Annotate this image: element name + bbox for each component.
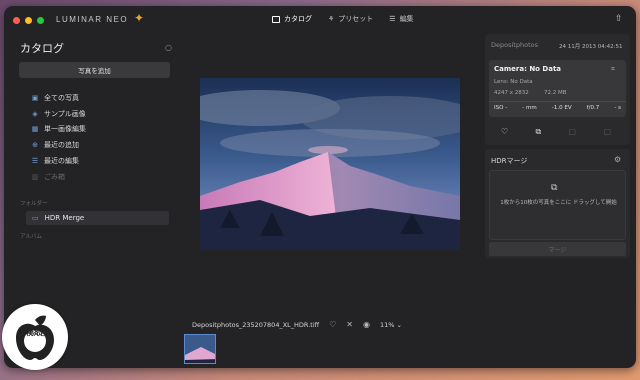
hdr-dropzone[interactable]: ⧉ 1枚から10枚の写真をここに ドラッグして開始 [489, 170, 626, 240]
trash-icon: ▥ [31, 172, 39, 181]
aperture-value: f/0.7 [586, 105, 600, 111]
hdr-panel-title: HDRマージ [491, 157, 528, 165]
exif-specs: ISO - - mm -1.0 EV f/0.7 - s [494, 105, 621, 111]
app-brand: LUMINAR NEO [56, 15, 129, 24]
tab-presets-label: プリセット [338, 15, 374, 23]
grid-icon: ▦ [31, 125, 39, 134]
sidebar-item-label: 最近の追加 [44, 141, 79, 150]
hdr-merge-panel: HDRマージ ⚙ ⧉ 1枚から10枚の写真をここに ドラッグして開始 マージ [485, 149, 630, 258]
divider [489, 101, 626, 102]
sidebar-item-single-edit[interactable]: ▦ 単一画像編集 [30, 122, 86, 138]
tab-catalog[interactable]: カタログ [272, 14, 312, 24]
sidebar-item-label: 全ての写真 [44, 93, 79, 102]
info-actions: ♡ ⧉ ▢ ▢ [501, 127, 611, 137]
add-photos-button[interactable]: 写真を追加 [19, 62, 170, 78]
eye-icon[interactable]: ◉ [363, 320, 370, 329]
sidebar-item-sample-images[interactable]: ◈ サンプル画像 [30, 106, 86, 122]
sidebar-item-recent-added[interactable]: ⊕ 最近の追加 [30, 137, 86, 153]
folder-hdr-merge[interactable]: ▭ HDR Merge [26, 211, 169, 225]
paste-icon[interactable]: ▢ [603, 127, 611, 137]
dropzone-text: 1枚から10枚の写真をここに ドラッグして開始 [500, 200, 617, 206]
gear-icon[interactable]: ⚙ [614, 155, 621, 164]
lens-label: Lens: No Data [494, 79, 533, 85]
folder-label: HDR Merge [44, 214, 85, 222]
folder-icon: ▭ [32, 214, 39, 222]
exif-box: Camera: No Data ⌗ Lens: No Data 4247 x 2… [489, 60, 626, 117]
info-date: 24 11月 2013 04:42:51 [559, 44, 623, 50]
camera-label: Camera: No Data [494, 65, 562, 73]
sidebar-item-all-photos[interactable]: ▣ 全ての写真 [30, 90, 86, 106]
albums-section-label: アルバム [20, 234, 42, 240]
share-icon[interactable]: ⇧ [615, 14, 623, 24]
favorite-icon[interactable]: ♡ [501, 127, 508, 137]
plus-circle-icon: ⊕ [32, 141, 38, 150]
zoom-level[interactable]: 11% ⌄ [380, 321, 402, 329]
app-window: LUMINAR NEO ✦ カタログ ⚘ プリセット ☰ 編集 ⇧ カタログ ○… [4, 6, 636, 368]
sidebar-item-recent-edited[interactable]: ☰ 最近の編集 [30, 153, 86, 169]
wand-icon: ⚘ [328, 15, 335, 23]
search-icon[interactable]: ○ [165, 43, 172, 52]
tab-presets[interactable]: ⚘ プリセット [328, 14, 373, 24]
dimensions-label: 4247 x 2832 [494, 90, 529, 96]
photos-icon: ▣ [31, 93, 39, 102]
folders-section-label: フォルダー [20, 201, 48, 207]
sidebar-item-trash[interactable]: ▥ ごみ箱 [30, 169, 86, 185]
filmstrip-thumbnail[interactable] [184, 334, 216, 364]
focal-value: - mm [522, 105, 537, 111]
sparkle-icon: ✦ [134, 11, 145, 25]
reject-icon[interactable]: ✕ [346, 320, 353, 329]
minimize-button[interactable] [25, 17, 32, 24]
iso-value: ISO - [494, 105, 508, 111]
shutter-value: - s [614, 105, 621, 111]
main-photo[interactable] [200, 78, 460, 250]
verified-badge: 検済定 [2, 304, 68, 370]
cap-icon: ◈ [32, 109, 38, 118]
file-bar: Depositphotos_235207804_XL_HDR.tiff ♡ ✕ … [192, 320, 402, 329]
zoom-button[interactable] [37, 17, 44, 24]
ev-value: -1.0 EV [551, 105, 572, 111]
sidebar-item-label: サンプル画像 [44, 109, 86, 118]
folder-icon [272, 15, 280, 23]
window-controls [13, 17, 44, 24]
badge-text: 検済定 [26, 329, 45, 337]
filename: Depositphotos_235207804_XL_HDR.tiff [192, 320, 320, 329]
images-icon: ⧉ [551, 183, 558, 193]
mountain-photo [200, 78, 460, 250]
top-navigation: カタログ ⚘ プリセット ☰ 編集 [272, 14, 414, 24]
sliders-icon: ☰ [31, 157, 39, 166]
zoom-value: 11% [379, 320, 395, 329]
merge-button[interactable]: マージ [489, 242, 626, 256]
tab-edit-label: 編集 [399, 15, 414, 23]
close-button[interactable] [13, 17, 20, 24]
tab-edit[interactable]: ☰ 編集 [389, 14, 413, 24]
info-header: Depositphotos [491, 41, 538, 49]
export-icon[interactable]: ⧉ [536, 127, 542, 137]
copy-icon[interactable]: ▢ [569, 127, 577, 137]
heart-icon[interactable]: ♡ [329, 320, 336, 329]
sidebar-item-label: 単一画像編集 [44, 125, 86, 134]
titlebar: LUMINAR NEO ✦ カタログ ⚘ プリセット ☰ 編集 ⇧ [4, 6, 636, 34]
edit-icon[interactable]: ⌗ [611, 65, 615, 74]
tab-catalog-label: カタログ [284, 15, 312, 23]
sidebar-title: カタログ [20, 42, 64, 55]
sliders-icon: ☰ [389, 15, 396, 23]
sidebar-item-label: 最近の編集 [44, 157, 79, 166]
info-panel: Depositphotos 24 11月 2013 04:42:51 Camer… [485, 34, 630, 145]
sidebar-item-label: ごみ箱 [44, 172, 65, 181]
sidebar-menu: ▣ 全ての写真 ◈ サンプル画像 ▦ 単一画像編集 ⊕ 最近の追加 ☰ 最近の編… [30, 90, 86, 185]
thumbnail-image [185, 335, 215, 363]
filesize-label: 72.2 MB [544, 90, 567, 96]
